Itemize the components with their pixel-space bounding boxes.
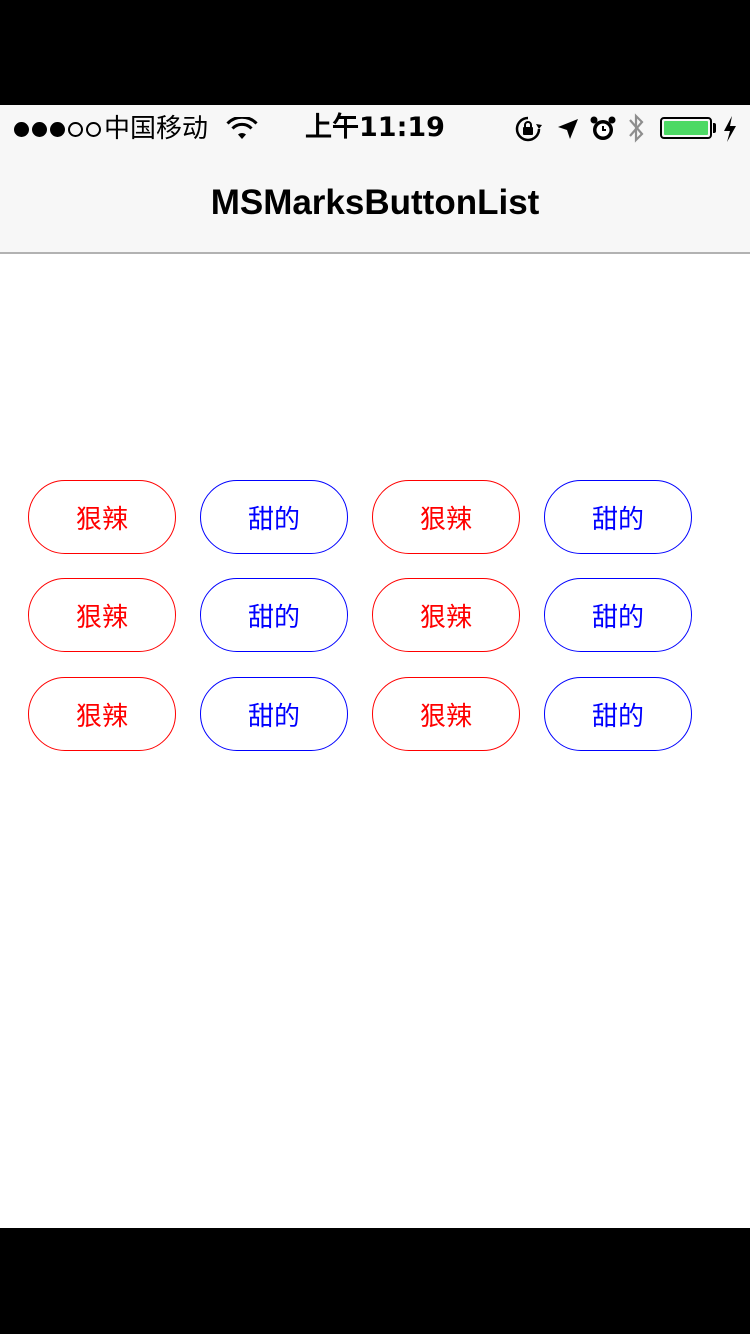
mark-button[interactable]: 狠辣	[28, 480, 176, 554]
marks-button-list: 狠辣 甜的 狠辣 甜的 狠辣 甜的 狠辣 甜的 狠辣 甜的 狠辣 甜的	[0, 105, 750, 1228]
mark-button[interactable]: 狠辣	[28, 578, 176, 652]
bottom-letterbox	[0, 1228, 750, 1334]
mark-button[interactable]: 狠辣	[372, 677, 520, 751]
mark-button[interactable]: 甜的	[544, 578, 692, 652]
mark-button[interactable]: 甜的	[544, 480, 692, 554]
mark-button[interactable]: 甜的	[200, 480, 348, 554]
mark-button[interactable]: 甜的	[200, 677, 348, 751]
phone-screen: 中国移动 上午11:19 MSMarksButtonList 狠辣 甜的 狠辣 …	[0, 0, 750, 1334]
mark-button[interactable]: 甜的	[200, 578, 348, 652]
mark-button[interactable]: 甜的	[544, 677, 692, 751]
mark-button[interactable]: 狠辣	[28, 677, 176, 751]
mark-button[interactable]: 狠辣	[372, 578, 520, 652]
app-window: 中国移动 上午11:19 MSMarksButtonList 狠辣 甜的 狠辣 …	[0, 105, 750, 1228]
mark-button[interactable]: 狠辣	[372, 480, 520, 554]
top-letterbox	[0, 0, 750, 105]
